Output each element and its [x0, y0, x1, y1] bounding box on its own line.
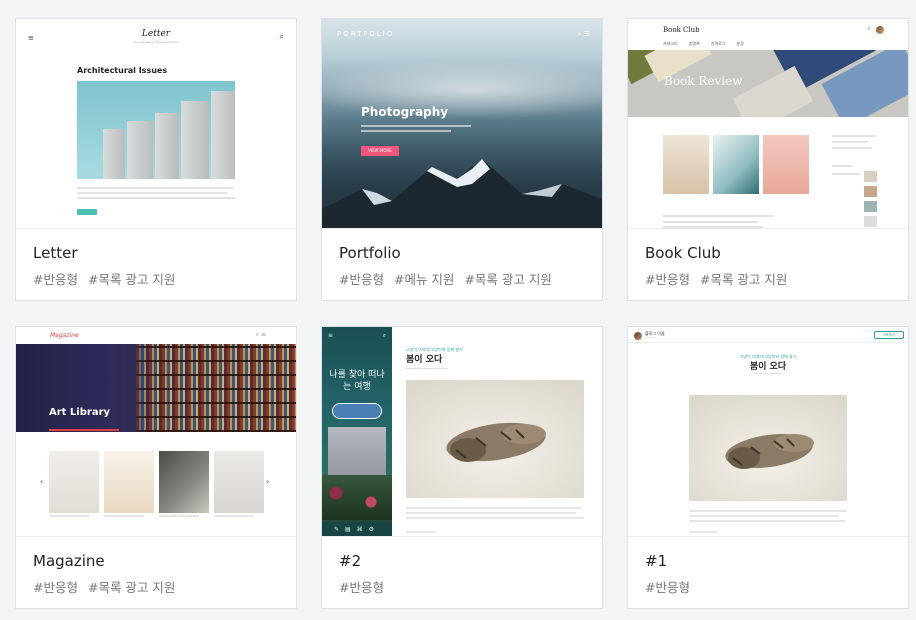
- preview-post-meta: ─────── ─────── ── ──: [406, 367, 448, 371]
- preview-logo: Letter: [141, 29, 171, 39]
- theme-card-2[interactable]: ≡ ⌕ 나를 찾아 떠나 는 여행 ✎▤⌘⚙ 고양이 이야기/고양이와 함께 살…: [321, 326, 603, 609]
- preview-post-meta: ─────── ─── ──: [754, 372, 782, 376]
- theme-card-magazine[interactable]: Magazine ⌕ ≡ Art Library ‹ › Magazine #반…: [15, 326, 297, 609]
- theme-preview-portfolio[interactable]: PORTFOLIO ⌕ ☰ Photography VIEW MORE: [322, 19, 602, 229]
- preview-read-more-button: [77, 209, 97, 215]
- tag: #메뉴 지원: [393, 272, 455, 287]
- theme-name: Letter: [33, 244, 78, 262]
- search-icon: ⌕: [382, 332, 386, 339]
- theme-tags: #반응형 #메뉴 지원 #목록 광고 지원: [339, 269, 562, 288]
- chevron-left-icon: ‹: [40, 477, 44, 486]
- theme-tags: #반응형 #목록 광고 지원: [33, 577, 185, 596]
- preview-hero-books: Book Review: [628, 50, 908, 117]
- preview-book-cover: [663, 135, 709, 194]
- tag: #반응형: [33, 580, 78, 595]
- menu-icon: ≡: [328, 332, 334, 339]
- search-icon: ⌕ ☰: [577, 30, 590, 38]
- search-icon: ⌕: [279, 32, 284, 41]
- preview-article-thumb: [104, 451, 154, 513]
- theme-name: Magazine: [33, 552, 105, 570]
- theme-preview-2[interactable]: ≡ ⌕ 나를 찾아 떠나 는 여행 ✎▤⌘⚙ 고양이 이야기/고양이와 함께 살…: [322, 327, 602, 537]
- preview-text-line: [77, 187, 233, 189]
- avatar: [634, 332, 642, 340]
- search-icon: ⌕ ≡: [255, 331, 266, 338]
- theme-preview-1[interactable]: 블로그 이름 ────── 구독하기 고양이 이야기/고양이와 함께 살기 봄이…: [628, 327, 908, 537]
- theme-name: Portfolio: [339, 244, 401, 262]
- theme-card-letter[interactable]: ≡ Letter Your amazing tagline text here …: [15, 18, 297, 301]
- preview-hero-title: Art Library: [49, 407, 111, 418]
- search-icon: ⌕: [867, 25, 871, 32]
- theme-preview-book-club[interactable]: Book Club ⌕ 카테고리 방명록 지역로그 분류 Book Review: [628, 19, 908, 229]
- preview-cat-photo: [689, 395, 847, 501]
- preview-hero-title: Book Review: [664, 74, 743, 88]
- preview-post-title: Architectural Issues: [77, 66, 168, 75]
- preview-logo: PORTFOLIO: [337, 30, 395, 38]
- preview-post-title: 봄이 오다: [749, 362, 787, 372]
- preview-article-thumb: [214, 451, 264, 513]
- theme-name: Book Club: [645, 244, 721, 262]
- theme-preview-letter[interactable]: ≡ Letter Your amazing tagline text here …: [16, 19, 296, 229]
- preview-sidebar-title: 나를 찾아 떠나 는 여행: [329, 370, 385, 392]
- preview-post-title: 봄이 오다: [406, 355, 443, 365]
- preview-article-thumb: [49, 451, 99, 513]
- tag: #반응형: [645, 272, 690, 287]
- theme-name: #2: [339, 552, 362, 570]
- theme-card-book-club[interactable]: Book Club ⌕ 카테고리 방명록 지역로그 분류 Book Review Bo…: [627, 18, 909, 301]
- theme-tags: #반응형: [339, 577, 394, 596]
- tag: #반응형: [339, 272, 384, 287]
- theme-name: #1: [645, 552, 668, 570]
- preview-subscribe-button: 구독하기: [874, 331, 904, 339]
- preview-article-thumb: [159, 451, 209, 513]
- theme-card-portfolio[interactable]: PORTFOLIO ⌕ ☰ Photography VIEW MORE Port…: [321, 18, 603, 301]
- preview-logo-subtitle: Your amazing tagline text here: [132, 40, 180, 44]
- preview-logo: Magazine: [50, 332, 79, 339]
- theme-tags: #반응형 #목록 광고 지원: [33, 269, 185, 288]
- preview-text-line: [77, 197, 235, 199]
- preview-cat-photo: [406, 380, 584, 498]
- theme-tags: #반응형: [645, 577, 700, 596]
- preview-architecture-image: [77, 81, 235, 179]
- theme-tags: #반응형 #목록 광고 지원: [645, 269, 797, 288]
- preview-book-cover: [763, 135, 809, 194]
- preview-logo: Book Club: [663, 26, 700, 34]
- preview-sidebar-toolbar: ✎▤⌘⚙: [322, 522, 392, 536]
- preview-sidebar: ≡ ⌕ 나를 찾아 떠나 는 여행 ✎▤⌘⚙: [322, 327, 392, 536]
- preview-view-more-button: VIEW MORE: [361, 146, 399, 156]
- preview-hero-title: Photography: [361, 105, 449, 119]
- avatar: [876, 26, 884, 34]
- theme-preview-magazine[interactable]: Magazine ⌕ ≡ Art Library ‹ ›: [16, 327, 296, 537]
- preview-text-line: [77, 192, 227, 194]
- tag: #반응형: [645, 580, 690, 595]
- tag: #목록 광고 지원: [87, 272, 176, 287]
- theme-card-1[interactable]: 블로그 이름 ────── 구독하기 고양이 이야기/고양이와 함께 살기 봄이…: [627, 326, 909, 609]
- preview-nav: 카테고리 방명록 지역로그 분류: [663, 41, 744, 46]
- tag: #반응형: [33, 272, 78, 287]
- tag: #목록 광고 지원: [87, 580, 176, 595]
- preview-book-cover: [713, 135, 759, 194]
- tag: #목록 광고 지원: [464, 272, 552, 287]
- preview-library-image: [16, 344, 296, 432]
- tag: #목록 광고 지원: [699, 272, 788, 287]
- tag: #반응형: [339, 580, 384, 595]
- chevron-right-icon: ›: [266, 477, 270, 486]
